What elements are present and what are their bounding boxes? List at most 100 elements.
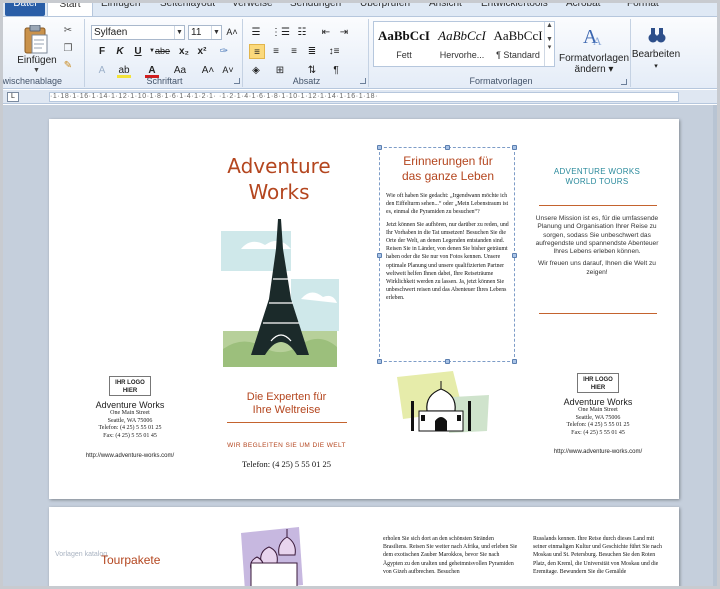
tab-review[interactable]: Überprüfen xyxy=(360,3,410,16)
styles-dialog-launcher-icon[interactable] xyxy=(621,79,627,85)
multilevel-list-icon[interactable]: ☷ xyxy=(295,25,309,40)
tab-references[interactable]: Verweise xyxy=(232,3,273,16)
ruler-scale[interactable]: ·1·18·1·16·1·14·1·12·1·10·1·8·1·6·1·4·1·… xyxy=(49,92,679,102)
cut-icon[interactable]: ✂ xyxy=(61,25,75,37)
text-box-body[interactable]: Wie oft haben Sie gedacht: „Irgendwann m… xyxy=(386,192,512,307)
font-size-value: 11 xyxy=(191,27,202,38)
editing-dropdown-icon[interactable]: ▾ xyxy=(631,61,681,72)
tab-developer[interactable]: Entwicklertools xyxy=(481,3,548,16)
ribbon: Einfügen ▼ ✂ ❐ ✎ Zwischenablage Sylfaen … xyxy=(3,17,717,89)
street: One Main Street xyxy=(110,410,150,416)
resize-handle-s[interactable] xyxy=(445,359,450,364)
tab-selector[interactable]: L xyxy=(7,92,19,102)
style-item-bold[interactable]: AaBbCcI Fett xyxy=(376,24,432,64)
binoculars-icon[interactable] xyxy=(647,25,667,45)
line-spacing-icon[interactable]: ↕≡ xyxy=(327,44,341,59)
font-name-select[interactable]: Sylfaen ▼ xyxy=(91,25,185,40)
font-size-select[interactable]: 11 ▼ xyxy=(188,25,222,40)
word-window: Datei Start Einfügen Seitenlayout Verwei… xyxy=(0,0,720,589)
resize-handle-nw[interactable] xyxy=(377,145,382,150)
numbering-icon[interactable]: ⋮☰ xyxy=(271,25,290,40)
clear-format-icon[interactable]: ✑ xyxy=(217,44,231,59)
change-styles-button[interactable]: Formatvorlagen ändern ▾ xyxy=(559,53,629,75)
italic-button[interactable]: K xyxy=(113,44,127,59)
address-block-right: Adventure Works One Main Street Seattle,… xyxy=(533,397,663,437)
text-box-title-line-2: das ganze Leben xyxy=(401,169,495,183)
superscript-button[interactable]: x² xyxy=(195,44,209,59)
paragraph-dialog-launcher-icon[interactable] xyxy=(360,78,366,84)
mission-paragraph-1: Unsere Mission ist es, für die umfassend… xyxy=(535,215,659,256)
ribbon-tab-bar: Datei Start Einfügen Seitenlayout Verwei… xyxy=(3,3,717,17)
bold-button[interactable]: F xyxy=(95,44,109,59)
logo-placeholder[interactable]: IHR LOGO HIER xyxy=(577,373,619,393)
justify-button[interactable]: ≣ xyxy=(305,44,319,59)
svg-text:A: A xyxy=(593,34,602,47)
style-sample: AaBbCcI xyxy=(438,28,486,43)
chevron-down-icon[interactable]: ▼ xyxy=(174,26,184,39)
paste-button-label[interactable]: Einfügen xyxy=(15,55,59,66)
resize-handle-ne[interactable] xyxy=(512,145,517,150)
style-sample: AaBbCcI xyxy=(377,28,430,43)
tab-mailings[interactable]: Sendungen xyxy=(290,3,341,16)
style-item-standard[interactable]: AaBbCcI ¶ Standard xyxy=(490,24,546,64)
clipboard-group-label: Zwischenablage xyxy=(0,76,63,86)
tab-start[interactable]: Start xyxy=(47,3,93,16)
tour-text-column-2: Russlands kennen. Ihre Reise durch diese… xyxy=(533,536,662,575)
paste-icon[interactable] xyxy=(23,25,49,55)
tab-file[interactable]: Datei xyxy=(5,3,45,16)
decrease-indent-icon[interactable]: ⇤ xyxy=(319,25,333,40)
tab-view[interactable]: Ansicht xyxy=(429,3,462,16)
increase-indent-icon[interactable]: ⇥ xyxy=(337,25,351,40)
grow-font-icon[interactable]: A˄ xyxy=(225,25,239,40)
website-url: http://www.adventure-works.com/ xyxy=(85,453,175,459)
mission-paragraph-2: Wir freuen uns darauf, Ihnen die Welt zu… xyxy=(538,260,656,276)
resize-handle-se[interactable] xyxy=(512,359,517,364)
editing-button[interactable]: Bearbeiten xyxy=(631,49,681,60)
copy-icon[interactable]: ❐ xyxy=(61,43,75,55)
underline-button[interactable]: U xyxy=(131,44,145,59)
divider xyxy=(539,205,657,206)
resize-handle-n[interactable] xyxy=(445,145,450,150)
change-styles-icon[interactable]: A A xyxy=(581,23,607,47)
style-gallery-scroll[interactable]: ▲ ▼ ▾ xyxy=(544,22,554,66)
center-phone: Telefon: (4 25) 5 55 01 25 xyxy=(241,459,332,469)
style-gallery: AaBbCcI Fett AaBbCcI Hervorhe... AaBbCcI… xyxy=(373,21,555,67)
align-right-button[interactable]: ≡ xyxy=(287,44,301,59)
tagline: WIR BEGLEITEN SIE UM DIE WELT xyxy=(227,442,346,449)
watermark: Vorlagen katalog xyxy=(55,551,108,558)
tab-acrobat[interactable]: Acrobat xyxy=(566,3,600,16)
resize-handle-w[interactable] xyxy=(377,253,382,258)
company-heading-line-1: ADVENTURE WORKS xyxy=(553,167,641,176)
eiffel-tower-illustration xyxy=(221,219,339,367)
format-painter-icon[interactable]: ✎ xyxy=(61,60,75,72)
resize-handle-sw[interactable] xyxy=(377,359,382,364)
brochure-title: Adventure Works xyxy=(209,153,349,205)
style-item-emphasis[interactable]: AaBbCcI Hervorhe... xyxy=(434,24,490,64)
styles-group-label: Formatvorlagen xyxy=(469,76,533,86)
bullets-icon[interactable]: ☰ xyxy=(249,25,263,40)
chevron-down-icon[interactable]: ▼ xyxy=(211,26,221,39)
font-dialog-launcher-icon[interactable] xyxy=(234,78,240,84)
tab-insert[interactable]: Einfügen xyxy=(101,3,140,16)
telephone: Telefon: (4 25) 5 55 01 25 xyxy=(566,422,630,428)
logo-text-line-1: IHR LOGO xyxy=(583,377,613,383)
align-left-button[interactable]: ≡ xyxy=(249,44,265,59)
tour-packages-heading: Tourpakete xyxy=(101,553,161,567)
clipboard-group: Einfügen ▼ ✂ ❐ ✎ Zwischenablage xyxy=(3,19,85,87)
strikethrough-button[interactable]: abe xyxy=(155,44,170,59)
tab-format[interactable]: Format xyxy=(627,3,659,16)
experts-line-2: Ihre Weltreise xyxy=(252,404,321,416)
style-name: Fett xyxy=(396,50,412,60)
align-center-button[interactable]: ≡ xyxy=(269,44,283,59)
page-1: IHR LOGO HIER Adventure Works One Main S… xyxy=(49,119,679,499)
resize-handle-e[interactable] xyxy=(512,253,517,258)
vertical-scrollbar[interactable] xyxy=(713,105,717,586)
style-name: ¶ Standard xyxy=(496,50,540,60)
tab-page-layout[interactable]: Seitenlayout xyxy=(160,3,215,16)
subscript-button[interactable]: x₂ xyxy=(177,44,191,59)
fax: Fax: (4 25) 5 55 01 45 xyxy=(103,432,157,439)
text-box-paragraph-2: Jetzt können Sie aufhören, nur darüber z… xyxy=(386,221,509,302)
paste-dropdown-icon[interactable]: ▼ xyxy=(33,67,40,74)
logo-placeholder[interactable]: IHR LOGO HIER xyxy=(109,376,151,396)
selected-text-box[interactable]: Erinnerungen für das ganze Leben Wie oft… xyxy=(377,145,517,364)
